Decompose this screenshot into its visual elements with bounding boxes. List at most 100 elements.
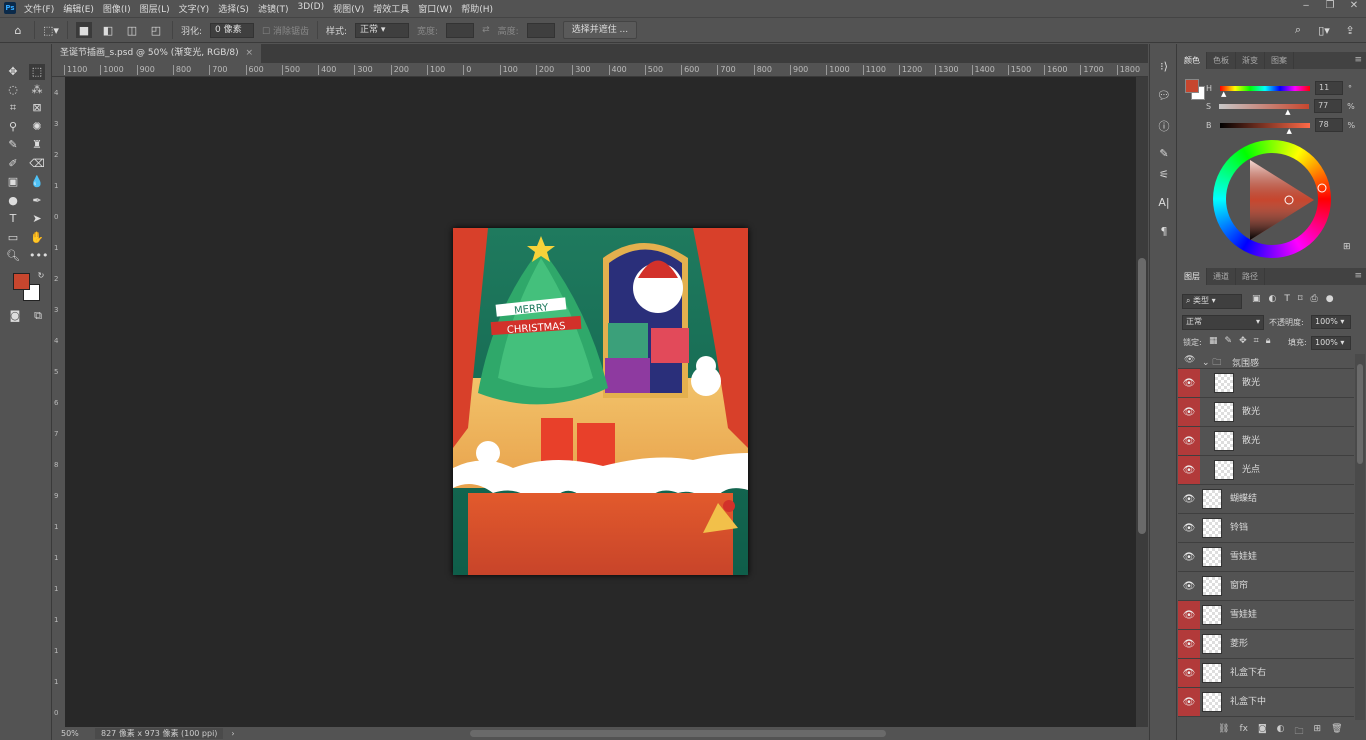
saturation-input[interactable]: 77 — [1314, 99, 1343, 113]
visibility-eye-icon[interactable]: 👁︎ — [1178, 456, 1200, 484]
rect-marquee-preset-icon[interactable]: ⬚▾ — [43, 22, 59, 38]
search-icon[interactable]: ⌕ — [1290, 22, 1306, 38]
menu-item[interactable]: 帮助(H) — [461, 2, 493, 15]
layer-row[interactable]: 👁︎ 铃铛 — [1178, 514, 1354, 543]
marquee-tool-icon[interactable]: ⬚ — [29, 64, 45, 80]
visibility-eye-icon[interactable]: 👁︎ — [1178, 398, 1200, 426]
horizontal-scrollbar-thumb[interactable] — [470, 730, 886, 737]
swap-colors-icon[interactable]: ↻ — [33, 268, 49, 284]
new-group-icon[interactable]: 🗀 — [1295, 724, 1304, 740]
subtract-selection-icon[interactable]: ◫ — [124, 22, 140, 38]
lock-artboard-icon[interactable]: ⌗ — [1254, 336, 1259, 346]
restore-button[interactable]: ❐ — [1318, 0, 1342, 14]
foreground-color-swatch[interactable] — [13, 273, 30, 290]
blend-mode-select[interactable]: 正常 ▾ — [1182, 315, 1264, 330]
panel-foreground-swatch[interactable] — [1185, 79, 1199, 93]
add-selection-icon[interactable]: ◧ — [100, 22, 116, 38]
layer-row[interactable]: 👁︎ 雪娃娃 — [1178, 543, 1354, 572]
menu-item[interactable]: 3D(D) — [297, 2, 324, 15]
menu-item[interactable]: 选择(S) — [218, 2, 249, 15]
quick-mask-icon[interactable]: ◙ — [7, 308, 23, 324]
lock-position-icon[interactable]: ✥ — [1239, 336, 1247, 346]
layer-group-row[interactable]: 👁︎ ⌄ 🗀 氛围感 — [1178, 354, 1354, 369]
panel-tab[interactable]: 颜色 — [1178, 52, 1207, 69]
adjustments-icon[interactable]: ⚟ — [1156, 168, 1172, 184]
layer-row[interactable]: 👁︎ 散光 — [1178, 398, 1354, 427]
select-and-mask-button[interactable]: 选择并遮住 ... — [562, 21, 638, 39]
blur-tool-icon[interactable]: 💧 — [29, 174, 45, 190]
width-input[interactable] — [446, 22, 475, 38]
intersect-selection-icon[interactable]: ◰ — [148, 22, 164, 38]
share-icon[interactable]: ⇪ — [1342, 22, 1358, 38]
eyedropper-icon[interactable]: ⚲ — [5, 119, 21, 135]
visibility-eye-icon[interactable]: 👁︎ — [1178, 427, 1200, 455]
menu-item[interactable]: 图层(L) — [140, 2, 170, 15]
hue-slider[interactable]: ▲ — [1220, 85, 1311, 98]
visibility-eye-icon[interactable]: 👁︎ — [1178, 543, 1200, 571]
filter-toggle-icon[interactable]: ● — [1326, 294, 1334, 304]
layer-row[interactable]: 👁︎ 雪娃娃 — [1178, 601, 1354, 630]
color-panel-menu-icon[interactable]: ≡ — [1354, 55, 1362, 65]
lock-image-icon[interactable]: ✎ — [1225, 336, 1233, 346]
zoom-tool-icon[interactable]: 🔍︎ — [5, 248, 21, 264]
menu-item[interactable]: 文件(F) — [24, 2, 54, 15]
layers-scrollbar[interactable] — [1355, 354, 1365, 720]
visibility-eye-icon[interactable]: 👁︎ — [1178, 514, 1200, 542]
more-tools-icon[interactable]: ••• — [29, 248, 48, 264]
visibility-eye-icon[interactable]: 👁︎ — [1178, 572, 1200, 600]
height-input[interactable] — [526, 22, 555, 38]
eraser-icon[interactable]: ⌫ — [29, 156, 45, 172]
expand-icon[interactable]: ⊞ — [1343, 242, 1351, 252]
history-brush-icon[interactable]: ✐ — [5, 156, 21, 172]
delete-layer-icon[interactable]: 🗑︎ — [1331, 724, 1342, 740]
screen-mode-icon[interactable]: ⧉ — [30, 308, 46, 324]
visibility-eye-icon[interactable]: 👁︎ — [1178, 485, 1200, 513]
move-tool-icon[interactable]: ✥ — [5, 64, 21, 80]
menu-item[interactable]: 视图(V) — [333, 2, 364, 15]
comments-icon[interactable]: 💬︎ — [1156, 89, 1172, 105]
filter-pixel-icon[interactable]: ▣ — [1252, 294, 1261, 304]
brush-settings-icon[interactable]: ✎ — [1156, 147, 1172, 163]
pen-tool-icon[interactable]: ✒ — [29, 193, 45, 209]
saturation-slider[interactable]: ▲ — [1219, 103, 1310, 116]
brightness-input[interactable]: 78 — [1314, 118, 1343, 132]
panel-tab[interactable]: 路径 — [1236, 268, 1265, 285]
filter-type-icon[interactable]: T — [1284, 294, 1290, 304]
hue-input[interactable]: 11 — [1315, 81, 1344, 95]
new-selection-icon[interactable]: ■ — [76, 22, 92, 38]
layer-row[interactable]: 👁︎ 散光 — [1178, 427, 1354, 456]
panel-tab[interactable]: 通道 — [1207, 268, 1236, 285]
filter-smart-object-icon[interactable]: ⎙ — [1311, 294, 1318, 304]
swap-icon[interactable]: ⇄ — [482, 25, 490, 35]
layer-row[interactable]: 👁︎ 菱形 — [1178, 630, 1354, 659]
new-layer-icon[interactable]: ⊞ — [1314, 724, 1322, 740]
menu-item[interactable]: 编辑(E) — [63, 2, 94, 15]
visibility-eye-icon[interactable]: 👁︎ — [1178, 601, 1200, 629]
layer-row[interactable]: 👁︎ 窗帘 — [1178, 572, 1354, 601]
layer-row[interactable]: 👁︎ 礼盒下中 — [1178, 688, 1354, 717]
panel-tab[interactable]: 图案 — [1265, 52, 1294, 69]
visibility-eye-icon[interactable]: 👁︎ — [1178, 630, 1200, 658]
filter-adjustment-icon[interactable]: ◐ — [1269, 294, 1277, 304]
panel-tab[interactable]: 渐变 — [1236, 52, 1265, 69]
lock-transparent-icon[interactable]: ▦ — [1209, 336, 1218, 346]
character-icon[interactable]: A| — [1156, 196, 1172, 212]
fx-icon[interactable]: fx — [1239, 724, 1248, 740]
minimize-button[interactable]: ‒ — [1294, 0, 1318, 14]
panel-tab[interactable]: 色板 — [1207, 52, 1236, 69]
visibility-eye-icon[interactable]: 👁︎ — [1184, 355, 1195, 365]
home-icon[interactable]: ⌂ — [10, 22, 26, 38]
panel-tab[interactable]: 图层 — [1178, 268, 1207, 285]
history-icon[interactable]: ⁝⟩ — [1156, 60, 1172, 76]
frame-tool-icon[interactable]: ⊠ — [29, 100, 45, 116]
dodge-tool-icon[interactable]: ● — [5, 193, 21, 209]
menu-item[interactable]: 增效工具 — [373, 2, 409, 15]
hand-tool-icon[interactable]: ✋ — [29, 230, 45, 246]
adjustment-layer-icon[interactable]: ◐ — [1277, 724, 1285, 740]
layer-row[interactable]: 👁︎ 光点 — [1178, 456, 1354, 485]
zoom-level[interactable]: 50% — [61, 729, 91, 738]
layers-panel-menu-icon[interactable]: ≡ — [1354, 271, 1362, 281]
visibility-eye-icon[interactable]: 👁︎ — [1178, 688, 1200, 716]
brightness-slider[interactable]: ▲ — [1219, 122, 1310, 135]
menu-item[interactable]: 窗口(W) — [418, 2, 452, 15]
